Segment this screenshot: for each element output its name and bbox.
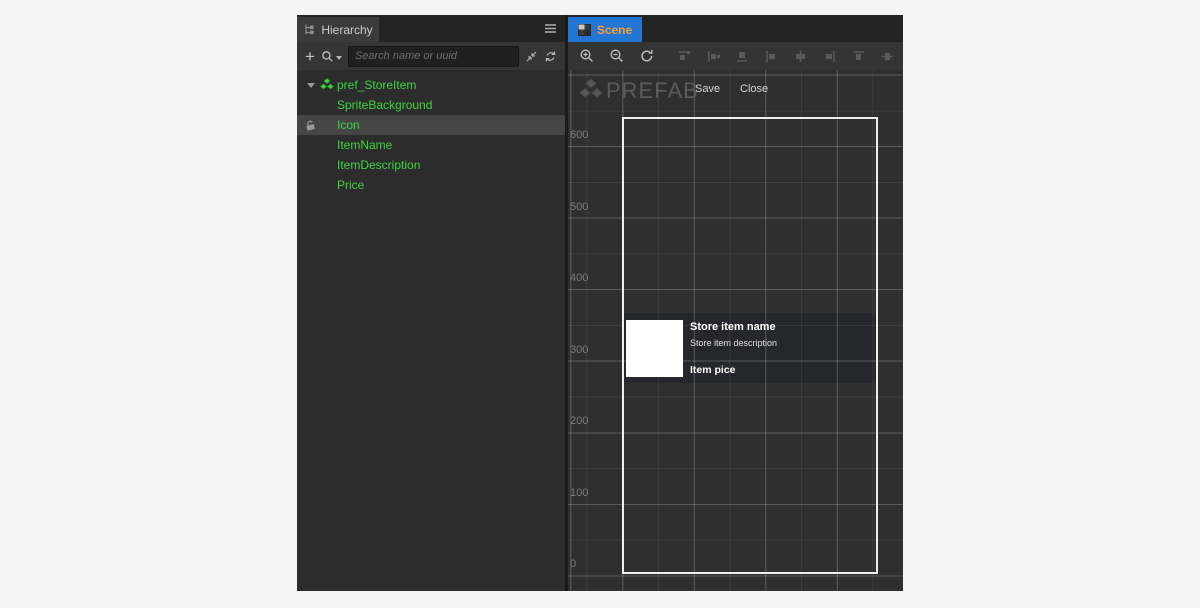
- snap-align-left-icon[interactable]: [706, 49, 721, 64]
- expand-arrow-icon[interactable]: [307, 83, 315, 88]
- hierarchy-panel: Hierarchy +: [297, 15, 565, 591]
- scene-canvas[interactable]: PREFAB Save Close 600 500 400 300 200 10…: [565, 70, 903, 591]
- align-right-icon[interactable]: [822, 49, 837, 64]
- tree-row-itemname[interactable]: ItemName: [297, 135, 565, 155]
- store-item-price-node[interactable]: Item pice: [690, 364, 736, 376]
- snap-align-bottom-icon[interactable]: [735, 49, 750, 64]
- panel-divider[interactable]: [565, 15, 568, 591]
- chevron-down-icon: [336, 56, 342, 60]
- tab-hierarchy[interactable]: Hierarchy: [297, 17, 379, 42]
- ruler-label-200: 200: [570, 415, 588, 427]
- scene-panel: Scene: [565, 15, 903, 591]
- search-input[interactable]: [348, 46, 519, 67]
- tree-row-price[interactable]: Price: [297, 175, 565, 195]
- store-item-name-node[interactable]: Store item name: [690, 321, 776, 333]
- node-label: ItemName: [337, 138, 392, 152]
- align-top-icon[interactable]: [851, 49, 866, 64]
- ruler-label-400: 400: [570, 272, 588, 284]
- hierarchy-toolbar: +: [297, 42, 565, 70]
- ruler-label-0: 0: [570, 558, 576, 570]
- search-filter-dropdown[interactable]: [321, 50, 342, 63]
- zoom-in-icon[interactable]: [579, 48, 595, 64]
- ruler-label-100: 100: [570, 487, 588, 499]
- align-left-icon[interactable]: [764, 49, 779, 64]
- tree-row-spritebackground[interactable]: SpriteBackground: [297, 95, 565, 115]
- panel-menu-icon[interactable]: [544, 22, 557, 35]
- scene-icon: [578, 24, 591, 36]
- tab-scene[interactable]: Scene: [568, 17, 642, 42]
- ruler-label-600: 600: [570, 129, 588, 141]
- refresh-icon[interactable]: [544, 50, 557, 63]
- prefab-mode-icon: [579, 78, 603, 99]
- save-button[interactable]: Save: [695, 83, 720, 95]
- scene-toolbar: [565, 42, 903, 70]
- reset-view-icon[interactable]: [639, 48, 655, 64]
- ruler-label-500: 500: [570, 201, 588, 213]
- prefab-mode-title: PREFAB: [606, 78, 699, 104]
- hierarchy-tab-label: Hierarchy: [321, 23, 372, 37]
- node-label: ItemDescription: [337, 158, 420, 172]
- scene-tab-label: Scene: [597, 23, 632, 37]
- hierarchy-tab-bar: Hierarchy: [297, 15, 565, 42]
- node-label: SpriteBackground: [337, 98, 432, 112]
- hierarchy-tree: pref_StoreItem SpriteBackground Icon Ite…: [297, 70, 565, 591]
- scene-tab-bar: Scene: [565, 15, 903, 42]
- node-label: pref_StoreItem: [337, 78, 416, 92]
- collapse-all-icon[interactable]: [525, 50, 538, 63]
- store-item-icon-node[interactable]: [626, 320, 683, 377]
- search-icon: [321, 50, 334, 63]
- ruler-label-300: 300: [570, 344, 588, 356]
- snap-align-top-left-icon[interactable]: [677, 49, 692, 64]
- add-node-button[interactable]: +: [305, 48, 315, 65]
- close-button[interactable]: Close: [740, 83, 768, 95]
- node-label: Icon: [337, 118, 360, 132]
- zoom-out-icon[interactable]: [609, 48, 625, 64]
- prefab-icon: [320, 78, 334, 90]
- node-label: Price: [337, 178, 364, 192]
- store-item-description-node[interactable]: Store item description: [690, 338, 777, 348]
- tree-row-itemdescription[interactable]: ItemDescription: [297, 155, 565, 175]
- align-h-center-icon[interactable]: [880, 49, 895, 64]
- hierarchy-tree-icon: [303, 23, 315, 36]
- tree-row-icon[interactable]: Icon: [297, 115, 565, 135]
- align-v-center-icon[interactable]: [793, 49, 808, 64]
- tree-row-pref-storeitem[interactable]: pref_StoreItem: [297, 75, 565, 95]
- unlock-icon[interactable]: [304, 119, 317, 132]
